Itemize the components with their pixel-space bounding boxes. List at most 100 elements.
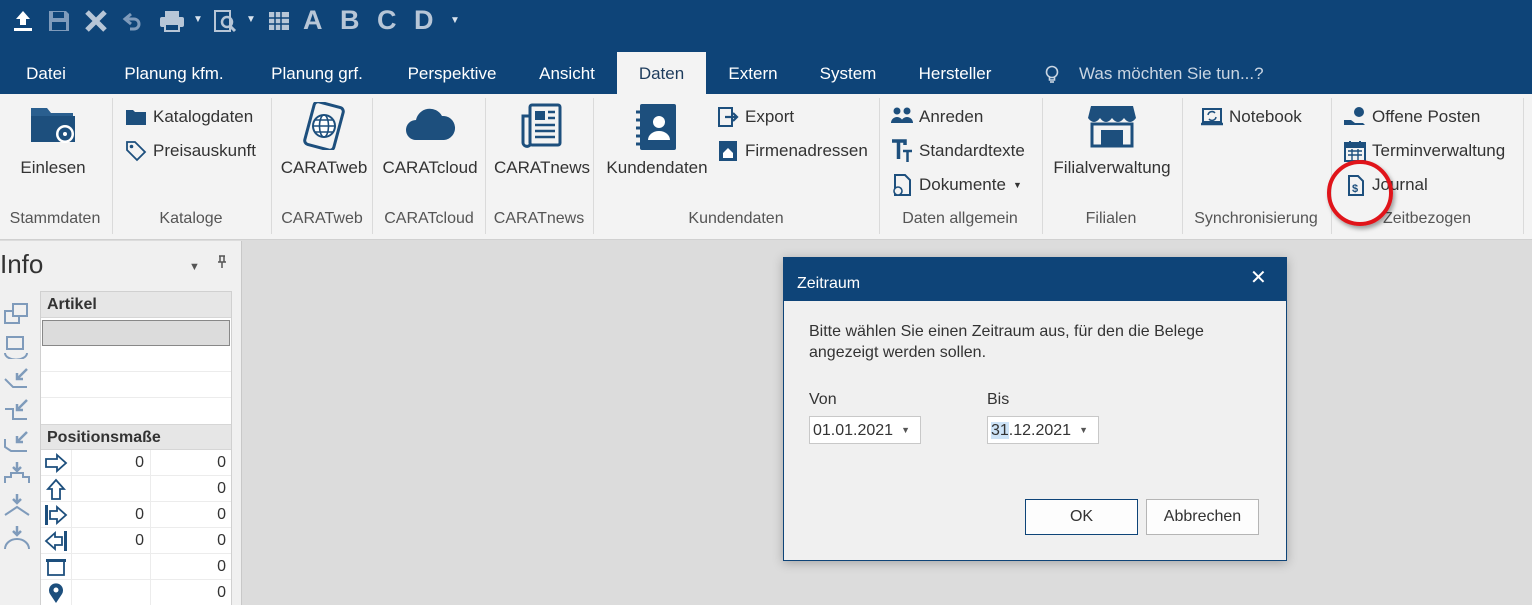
artikel-row[interactable] — [41, 372, 231, 398]
filialverwaltung-label: Filialverwaltung — [1053, 158, 1171, 177]
von-date-picker[interactable]: 01.01.2021 ▼ — [809, 416, 921, 444]
caratnews-button[interactable]: CARATnews — [494, 94, 590, 204]
bis-date-picker[interactable]: 31.12.2021 ▼ — [987, 416, 1099, 444]
save-icon[interactable] — [46, 8, 72, 34]
tab-extern[interactable]: Extern — [715, 52, 791, 94]
notebook-button[interactable]: Notebook — [1200, 104, 1302, 130]
artikel-header: Artikel — [41, 292, 231, 318]
caratcloud-button[interactable]: CARATcloud — [380, 94, 480, 204]
bis-day-selected: 31 — [991, 422, 1009, 439]
table-row[interactable]: 0 — [41, 580, 231, 605]
copy-element-icon[interactable] — [0, 299, 34, 329]
standardtexte-button[interactable]: Standardtexte — [890, 138, 1025, 164]
close-icon[interactable]: ✕ — [1250, 265, 1267, 290]
firmenadressen-button[interactable]: Firmenadressen — [716, 138, 868, 164]
qat-letter-d[interactable]: D — [414, 5, 434, 36]
preisauskunft-button[interactable]: Preisauskunft — [124, 138, 256, 164]
pin-icon[interactable] — [216, 255, 228, 272]
table-row[interactable]: 0 — [41, 476, 231, 502]
print-dropdown-icon[interactable]: ▼ — [193, 14, 203, 25]
tab-ansicht[interactable]: Ansicht — [524, 52, 610, 94]
group-separator — [879, 98, 880, 234]
chevron-down-icon[interactable]: ▼ — [901, 417, 910, 444]
table-row[interactable]: 0 0 — [41, 450, 231, 476]
tab-system[interactable]: System — [806, 52, 890, 94]
kundendaten-button[interactable]: Kundendaten — [604, 94, 710, 204]
price-tag-icon — [124, 139, 148, 163]
terminverwaltung-label: Terminverwaltung — [1372, 141, 1506, 160]
group-label-daten-allgemein: Daten allgemein — [902, 210, 1018, 227]
artikel-row[interactable] — [41, 398, 231, 424]
group-separator — [372, 98, 373, 234]
offene-posten-button[interactable]: Offene Posten — [1343, 104, 1480, 130]
undo-icon[interactable] — [121, 8, 143, 34]
preview-dropdown-icon[interactable]: ▼ — [246, 14, 256, 25]
group-separator — [1523, 98, 1524, 234]
group-separator — [1042, 98, 1043, 234]
einlesen-button[interactable]: Einlesen — [8, 94, 98, 204]
print-icon[interactable] — [158, 8, 186, 34]
katalogdaten-button[interactable]: Katalogdaten — [124, 104, 253, 130]
close-icon[interactable] — [83, 8, 109, 34]
qat-letter-a[interactable]: A — [303, 5, 323, 36]
caratnews-label: CARATnews — [493, 158, 591, 177]
position-value: 0 — [71, 528, 151, 553]
drop-arc-icon[interactable] — [0, 491, 34, 521]
anreden-button[interactable]: Anreden — [890, 104, 983, 130]
artikel-selected-row[interactable] — [42, 320, 230, 346]
customize-qat-icon[interactable]: ▼ — [450, 15, 460, 26]
cancel-button[interactable]: Abbrechen — [1146, 499, 1259, 535]
move-step-icon[interactable] — [0, 395, 34, 425]
group-separator — [1331, 98, 1332, 234]
artikel-row[interactable] — [41, 346, 231, 372]
text-icon — [890, 139, 914, 163]
rotate-element-icon[interactable] — [0, 331, 34, 361]
upload-icon[interactable] — [10, 8, 36, 34]
group-label-zeitbezogen: Zeitbezogen — [1382, 210, 1472, 227]
dialog-title-bar[interactable]: Zeitraum ✕ — [784, 258, 1286, 301]
position-value: 0 — [217, 558, 226, 575]
qat-letter-c[interactable]: C — [377, 5, 397, 36]
kundendaten-label: Kundendaten — [606, 158, 708, 177]
panel-dropdown-icon[interactable]: ▼ — [189, 261, 200, 273]
address-book-icon — [634, 102, 680, 157]
group-separator — [485, 98, 486, 234]
table-row[interactable]: 0 — [41, 554, 231, 580]
columns-icon[interactable] — [266, 8, 292, 34]
tab-planung-kfm[interactable]: Planung kfm. — [110, 52, 238, 94]
ok-button[interactable]: OK — [1025, 499, 1138, 535]
chevron-down-icon[interactable]: ▼ — [1079, 417, 1088, 444]
export-button[interactable]: Export — [716, 104, 794, 130]
info-panel-title: Info — [0, 249, 44, 279]
positionsmasse-header: Positionsmaße — [41, 424, 231, 450]
print-preview-icon[interactable] — [212, 8, 240, 34]
tab-datei[interactable]: Datei — [10, 52, 82, 94]
move-wall-icon[interactable] — [0, 427, 34, 457]
group-separator — [593, 98, 594, 234]
qat-letter-b[interactable]: B — [340, 5, 360, 36]
tab-daten[interactable]: Daten — [617, 52, 706, 94]
arrow-right-bar-icon — [41, 502, 71, 527]
tab-planung-grf[interactable]: Planung grf. — [256, 52, 378, 94]
filialverwaltung-button[interactable]: Filialverwaltung — [1050, 94, 1174, 204]
tab-perspektive[interactable]: Perspektive — [396, 52, 508, 94]
dokumente-dropdown[interactable]: Dokumente ▼ — [890, 172, 1022, 198]
move-corner-icon[interactable] — [0, 363, 34, 393]
tab-hersteller[interactable]: Hersteller — [905, 52, 1005, 94]
document-icon — [890, 173, 914, 197]
dokumente-label: Dokumente — [919, 175, 1006, 194]
cloud-icon — [404, 102, 456, 151]
table-row[interactable]: 0 0 — [41, 502, 231, 528]
katalogdaten-label: Katalogdaten — [153, 107, 254, 126]
caratweb-button[interactable]: CARATweb — [280, 94, 368, 204]
group-separator — [1182, 98, 1183, 234]
folder-icon — [124, 105, 148, 129]
table-row[interactable]: 0 0 — [41, 528, 231, 554]
drop-curve-icon[interactable] — [0, 523, 34, 553]
group-label-stammdaten: Stammdaten — [9, 210, 101, 227]
caratcloud-label: CARATcloud — [382, 158, 478, 177]
von-label: Von — [809, 391, 837, 408]
anreden-label: Anreden — [919, 107, 984, 126]
drop-down-icon[interactable] — [0, 459, 34, 489]
position-value — [71, 476, 151, 501]
